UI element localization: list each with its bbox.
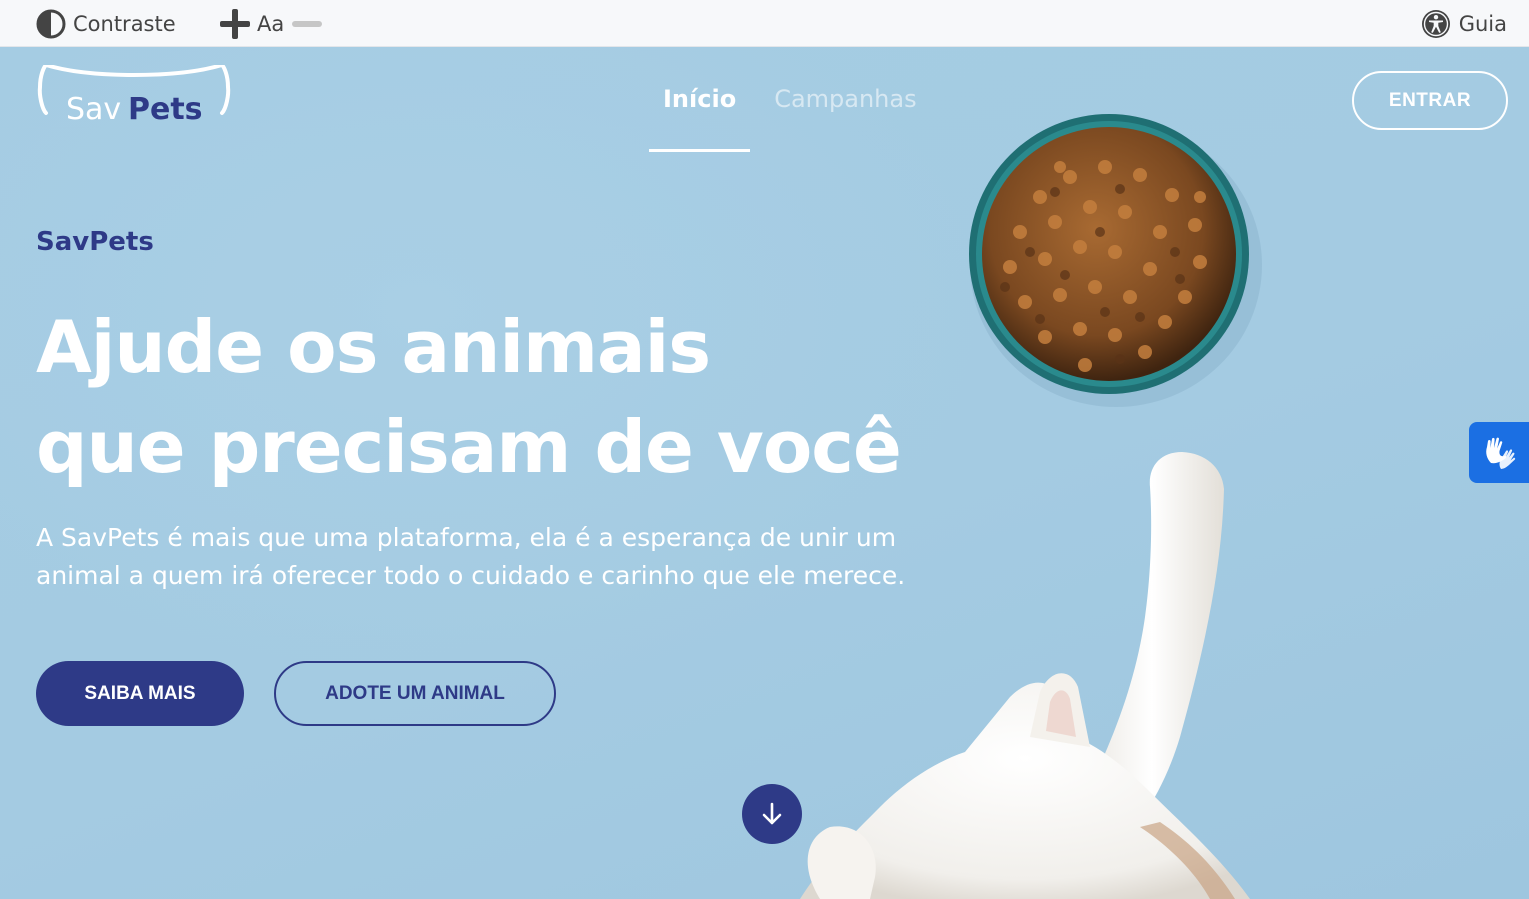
guide-link[interactable]: Guia: [1421, 0, 1507, 47]
guide-label: Guia: [1458, 11, 1507, 36]
hero-headline: Ajude os animais que precisam de você: [36, 297, 956, 497]
contrast-label: Contraste: [73, 11, 176, 36]
headline-line-2: que precisam de você: [36, 405, 902, 489]
accessibility-icon: [1421, 9, 1450, 38]
sign-language-widget[interactable]: [1469, 422, 1529, 483]
nav-item-inicio[interactable]: Início: [649, 85, 751, 152]
hero-description: A SavPets é mais que uma plataforma, ela…: [36, 523, 906, 590]
learn-more-button[interactable]: SAIBA MAIS: [36, 661, 244, 726]
font-size-controls: Aa: [220, 0, 323, 47]
headline-line-1: Ajude os animais: [36, 305, 711, 389]
arrow-down-icon: [762, 802, 782, 825]
scroll-down-button[interactable]: [742, 784, 802, 844]
accessibility-toolbar: Contraste Aa Guia: [0, 0, 1529, 47]
logo-text-bold: Pets: [128, 92, 203, 127]
contrast-toggle[interactable]: Contraste: [36, 0, 176, 47]
main-nav: Início Campanhas: [649, 85, 931, 152]
login-button[interactable]: ENTRAR: [1352, 71, 1508, 130]
font-increase-icon[interactable]: [220, 8, 250, 39]
font-decrease-icon[interactable]: [292, 20, 323, 27]
sign-language-hands-icon: [1486, 437, 1516, 469]
nav-item-campanhas[interactable]: Campanhas: [760, 85, 930, 119]
contrast-icon: [36, 9, 66, 38]
hero-eyebrow: SavPets: [36, 227, 154, 257]
font-size-label: Aa: [257, 11, 285, 36]
logo-text-light: Sav: [66, 92, 121, 127]
adopt-animal-button[interactable]: ADOTE UM ANIMAL: [274, 661, 556, 726]
savpets-logo[interactable]: Sav Pets: [36, 65, 232, 131]
hero-section: Sav Pets Início Campanhas ENTRAR SavPets…: [0, 47, 1529, 899]
